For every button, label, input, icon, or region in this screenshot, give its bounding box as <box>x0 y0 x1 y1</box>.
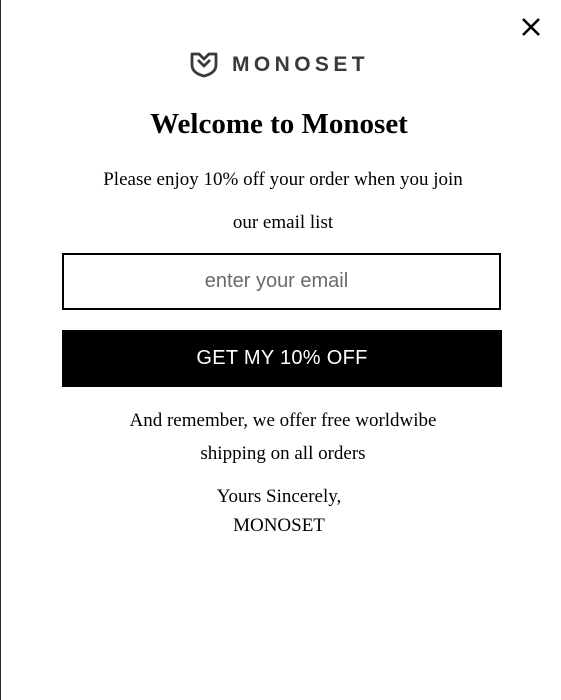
email-signup-popup: MONOSET Welcome to Monoset Please enjoy … <box>0 0 561 700</box>
email-input[interactable] <box>62 253 501 310</box>
shipping-note: And remember, we offer free worldwibe sh… <box>1 404 561 470</box>
signoff-line: Yours Sincerely, <box>216 486 342 507</box>
brand-logo: MONOSET <box>1 52 561 78</box>
brand-name: MONOSET <box>232 53 369 76</box>
note-line: And remember, we offer free worldwibe <box>129 410 437 431</box>
signoff-signature: MONOSET <box>233 515 325 536</box>
get-discount-button[interactable]: GET MY 10% OFF <box>62 330 502 387</box>
signoff: Yours Sincerely, MONOSET <box>1 482 557 540</box>
monoset-shield-icon <box>190 52 218 78</box>
popup-title: Welcome to Monoset <box>150 108 408 140</box>
popup-subtitle: Please enjoy 10% off your order when you… <box>1 158 561 244</box>
subtitle-line: our email list <box>232 212 334 233</box>
subtitle-line: Please enjoy 10% off your order when you… <box>103 169 463 190</box>
close-icon <box>522 18 540 36</box>
note-line: shipping on all orders <box>200 443 366 464</box>
close-button[interactable] <box>518 14 544 40</box>
